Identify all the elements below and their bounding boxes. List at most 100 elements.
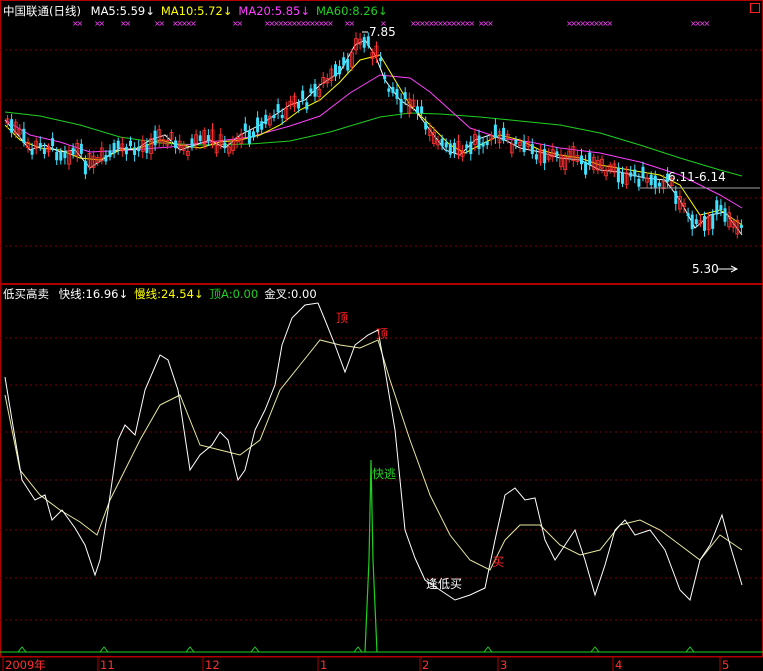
candle-body — [481, 142, 485, 147]
signal-marker: × — [99, 19, 106, 28]
candle-body — [104, 155, 108, 162]
candle-body — [124, 146, 128, 155]
candle-body — [711, 214, 715, 229]
gold-cross-marker — [590, 646, 600, 653]
candle-body — [276, 104, 280, 113]
signal-marker: × — [159, 19, 166, 28]
signal-marker: × — [77, 19, 84, 28]
candle-body — [543, 149, 547, 164]
signal-marker: × — [190, 19, 197, 28]
candle-body — [379, 57, 383, 62]
gold-cross-marker — [353, 646, 363, 653]
candle-body — [55, 152, 59, 161]
candle-body — [112, 142, 116, 154]
candle-body — [362, 37, 366, 48]
low-buy-signal: 逢低买 — [426, 577, 462, 591]
candle-body — [301, 90, 305, 100]
candle-body — [252, 131, 255, 138]
candle-body — [387, 88, 391, 92]
gold-cross-marker — [250, 646, 260, 653]
candle-body — [416, 106, 419, 114]
candle-body — [719, 205, 723, 211]
candle-body — [51, 138, 55, 147]
candle-body — [264, 114, 268, 125]
candle-body — [42, 148, 46, 154]
ma5-line — [4, 39, 743, 236]
candle-body — [629, 172, 633, 177]
gold-cross-marker — [685, 646, 695, 653]
candle-body — [694, 219, 698, 225]
candle-body — [723, 208, 727, 222]
candle-body — [153, 130, 157, 146]
candle-body — [133, 147, 137, 155]
candle-body — [522, 141, 526, 152]
candle-body — [30, 149, 34, 155]
gold-cross-marker — [99, 646, 109, 653]
candle-body — [633, 169, 637, 177]
candle-body — [260, 121, 264, 130]
candle-body — [297, 102, 301, 109]
candle-body — [555, 151, 559, 157]
range-label: 6.11-6.14 — [668, 170, 726, 184]
axis-label: 5 — [722, 658, 729, 671]
candle-body — [116, 140, 120, 149]
candle-body — [63, 151, 67, 159]
candle-body — [223, 142, 227, 148]
candle-body — [247, 130, 251, 144]
candle-body — [621, 172, 624, 184]
candle-body — [190, 138, 194, 148]
signal-marker: × — [704, 19, 711, 28]
candle-body — [653, 175, 657, 188]
candle-body — [399, 98, 403, 113]
buy-signal: 买 — [492, 555, 504, 569]
candle-body — [674, 191, 678, 204]
candle-body — [129, 140, 132, 146]
axis-label: 2 — [422, 658, 429, 671]
candle-body — [137, 146, 141, 152]
axis-label: 2009年 — [5, 658, 46, 671]
gold-cross-markers — [17, 646, 695, 653]
candle-body — [145, 143, 149, 153]
candle-body — [383, 76, 387, 80]
candle-body — [338, 66, 342, 75]
candle-body — [703, 216, 706, 231]
time-axis: 2009年 11 12 1 2 3 4 5 — [0, 656, 763, 671]
candle-body — [690, 214, 694, 230]
candle-body — [534, 154, 538, 160]
candle-body — [465, 144, 469, 149]
candle-body — [59, 152, 63, 161]
candle-body — [108, 150, 112, 157]
candle-body — [637, 178, 641, 187]
candle-body — [280, 114, 284, 118]
candle-body — [686, 213, 690, 217]
signal-marker: × — [469, 19, 476, 28]
candle-body — [493, 124, 497, 138]
candle-body — [313, 83, 317, 97]
candle-body — [424, 122, 428, 130]
candle-body — [391, 87, 395, 94]
candle-body — [305, 102, 309, 110]
low-price-label: 5.30 — [692, 262, 719, 276]
candle-body — [477, 135, 481, 150]
candle-body — [71, 147, 75, 155]
candle-body — [174, 140, 178, 149]
candle-body — [657, 182, 661, 187]
candle-body — [198, 135, 202, 142]
candle-body — [530, 144, 534, 155]
signal-marker: × — [327, 19, 334, 28]
candle-body — [10, 119, 14, 133]
candle-body — [469, 141, 473, 155]
gold-cross-marker — [17, 646, 27, 653]
axis-label: 11 — [100, 658, 115, 671]
candle-body — [403, 92, 407, 100]
candle-body — [448, 143, 452, 155]
candle-body — [580, 155, 583, 165]
quick-escape-spike — [364, 459, 378, 653]
candle-body — [514, 139, 518, 145]
high-price-label: 7.85 — [369, 25, 396, 39]
candle-body — [440, 138, 444, 147]
signal-marker: × — [125, 19, 132, 28]
candle-body — [256, 117, 260, 133]
candle-body — [739, 224, 743, 228]
ma20-line — [4, 74, 743, 209]
